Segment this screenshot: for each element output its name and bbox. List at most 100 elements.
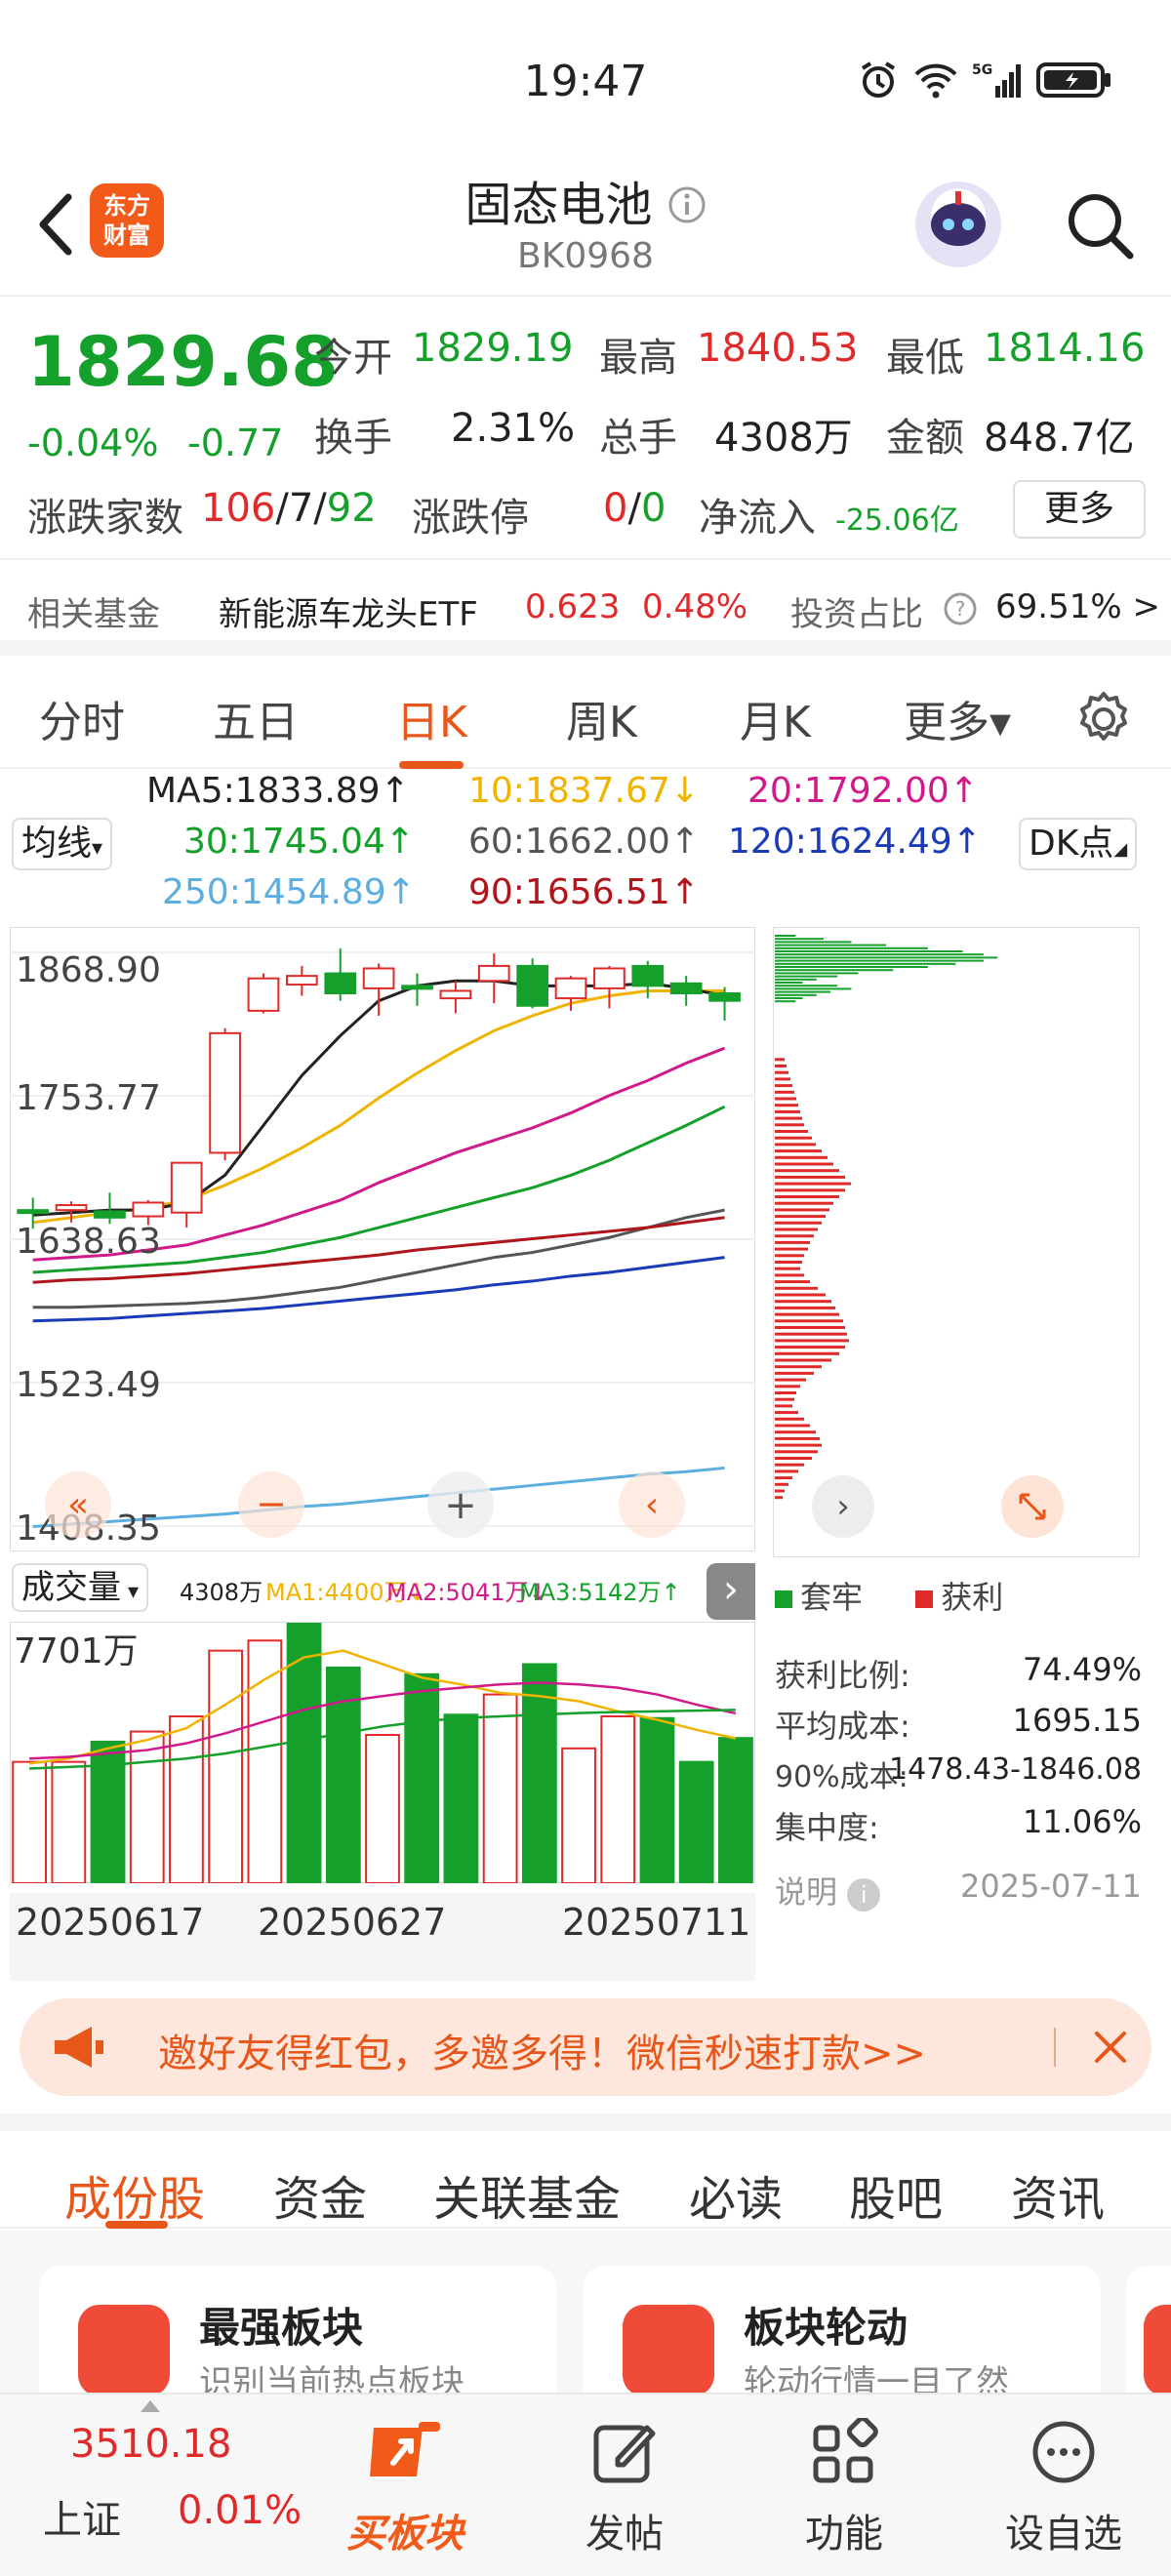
zoom-in-button[interactable]: +: [427, 1471, 494, 1538]
candle-body: [94, 1210, 126, 1219]
volume-chart[interactable]: 7701万: [10, 1622, 755, 1883]
open-label: 今开: [314, 336, 392, 381]
promo-banner[interactable]: 邀好友得红包，多邀多得！微信秒速打款>>: [20, 1998, 1151, 2096]
tab-constituents[interactable]: 成份股: [64, 2160, 205, 2229]
tab-news[interactable]: 资讯: [1011, 2160, 1105, 2229]
fund-name[interactable]: 新能源车龙头ETF: [219, 587, 478, 635]
app-header: 东方 财富 固态电池 BK0968: [0, 156, 1171, 293]
ma-legend: 均线▾ MA5:1833.89↑ 10:1837.67↓ 20:1792.00↑…: [0, 771, 1171, 917]
svg-text:?: ?: [955, 597, 966, 621]
profit-chip-bar: [775, 1312, 839, 1316]
date-tick-start: 20250617: [16, 1901, 205, 1944]
indicator-selector[interactable]: 成交量 ▾: [12, 1563, 149, 1612]
candle-body: [477, 964, 510, 983]
divider: [1054, 2028, 1056, 2067]
related-fund-row[interactable]: 相关基金 新能源车龙头ETF 0.623 0.48% 投资占比 ? 69.51%…: [0, 558, 1171, 656]
profit-chip-bar: [775, 1090, 794, 1094]
profit-chip-bar: [775, 1065, 787, 1067]
tab-related-funds[interactable]: 关联基金: [433, 2160, 621, 2229]
nav-label: 设自选: [1005, 2512, 1122, 2556]
strongest-sector-card[interactable]: 最强板块 识别当前热点板块: [39, 2266, 556, 2396]
trapped-chip-bar: [775, 953, 984, 956]
settings-gear-icon[interactable]: [1073, 689, 1134, 749]
close-icon[interactable]: [1089, 2026, 1132, 2069]
profit-chip-bar: [775, 1326, 845, 1329]
volume-current: 4308万: [180, 1579, 263, 1606]
nav-functions[interactable]: 功能: [776, 2395, 912, 2576]
info-icon[interactable]: [667, 185, 707, 224]
tab-more[interactable]: 更多▾: [904, 687, 1011, 749]
ma5-value: MA5:1833.89↑: [146, 771, 410, 811]
fullscreen-button[interactable]: [1001, 1475, 1064, 1538]
candle-body: [286, 975, 318, 986]
pan-right-button[interactable]: ›: [812, 1475, 874, 1538]
trapped-chip-bar: [775, 959, 984, 962]
tab-must-read[interactable]: 必读: [689, 2160, 783, 2229]
profit-chip-bar: [775, 1496, 783, 1500]
trapped-chip-bar: [775, 987, 852, 990]
sector-rotation-card[interactable]: 板块轮动 轮动行情一目了然: [584, 2266, 1101, 2396]
section-tabs: 成份股 资金 关联基金 必读 股吧 资讯: [0, 2113, 1171, 2229]
chip-distribution-chart[interactable]: ›: [773, 927, 1140, 1557]
tab-capital[interactable]: 资金: [273, 2160, 367, 2229]
profit-chip-bar: [775, 1208, 829, 1212]
trapped-chip-bar: [775, 962, 956, 965]
next-card[interactable]: [1126, 2266, 1171, 2396]
turnover-label: 换手: [314, 416, 392, 461]
megaphone-icon: [55, 2027, 103, 2068]
price-tick-label: 1868.90: [16, 950, 161, 990]
tab-intraday[interactable]: 分时: [39, 687, 125, 749]
index-value: 3510.18: [70, 2422, 232, 2467]
pan-left-fast-button[interactable]: «: [45, 1471, 111, 1538]
index-ticker[interactable]: 3510.18 上证 0.01%: [29, 2395, 303, 2576]
tab-daily-k[interactable]: 日K: [396, 687, 467, 749]
profit-swatch: [915, 1590, 934, 1608]
expand-right-button[interactable]: ›: [707, 1563, 755, 1620]
svg-text:«: «: [67, 1485, 89, 1525]
volume-bar: [365, 1734, 400, 1883]
battery-icon: [1036, 62, 1110, 98]
cost90: 1478.43-1846.08: [889, 1752, 1142, 1787]
volume-bar: [482, 1693, 518, 1883]
candle-body: [439, 989, 472, 1000]
ma-type-selector[interactable]: 均线▾: [12, 818, 113, 870]
profit-chip-bar: [775, 1143, 816, 1147]
legend-profit: 获利: [941, 1579, 1004, 1616]
kline-chart[interactable]: 1868.901753.771638.631523.491408.35 « − …: [10, 927, 755, 1551]
zoom-out-button[interactable]: −: [238, 1471, 304, 1538]
candle-body: [209, 1031, 241, 1154]
profit-chip-bar: [775, 1149, 822, 1153]
tab-forum[interactable]: 股吧: [849, 2160, 943, 2229]
tab-monthly-k[interactable]: 月K: [740, 687, 811, 749]
nav-buy-sector[interactable]: 买板块: [332, 2395, 478, 2576]
pan-left-button[interactable]: ‹: [619, 1471, 685, 1538]
sep-3: /: [627, 486, 641, 531]
date-axis: 20250617 20250627 20250711: [10, 1893, 755, 1981]
svg-text:‹: ‹: [645, 1485, 659, 1525]
ratio-value[interactable]: 69.51% >: [995, 587, 1160, 626]
trapped-chip-bar: [775, 978, 817, 981]
tab-five-day[interactable]: 五日: [213, 687, 299, 749]
dk-point-button[interactable]: DK点◢: [1019, 818, 1138, 870]
board-name: 固态电池: [464, 178, 653, 232]
search-icon[interactable]: [1060, 185, 1138, 263]
trapped-chip-bar: [775, 956, 998, 959]
buy-sector-icon: [370, 2422, 440, 2476]
nav-post[interactable]: 发帖: [556, 2395, 693, 2576]
caret-down-icon: ▾: [92, 836, 103, 861]
tab-weekly-k[interactable]: 周K: [566, 687, 637, 749]
note-row[interactable]: 说明 i 2025-07-11: [775, 1868, 1142, 1912]
chip-legend: 套牢 获利: [775, 1573, 1142, 1618]
ai-assistant-avatar[interactable]: [915, 181, 1001, 267]
profit-chip-bar: [775, 1457, 812, 1460]
more-button[interactable]: 更多: [1013, 480, 1146, 539]
sector-chart-icon: [78, 2305, 170, 2396]
ma60-value: 60:1662.00↑: [468, 822, 700, 862]
trapped-chip-bar: [775, 990, 831, 993]
volume-bar: [561, 1747, 596, 1883]
help-icon[interactable]: ?: [943, 591, 978, 626]
nav-add-watchlist[interactable]: 设自选: [995, 2395, 1132, 2576]
volume-value: 4308万: [714, 416, 853, 461]
profit-chip-bar: [775, 1358, 831, 1362]
trapped-chip-bar: [775, 944, 887, 946]
